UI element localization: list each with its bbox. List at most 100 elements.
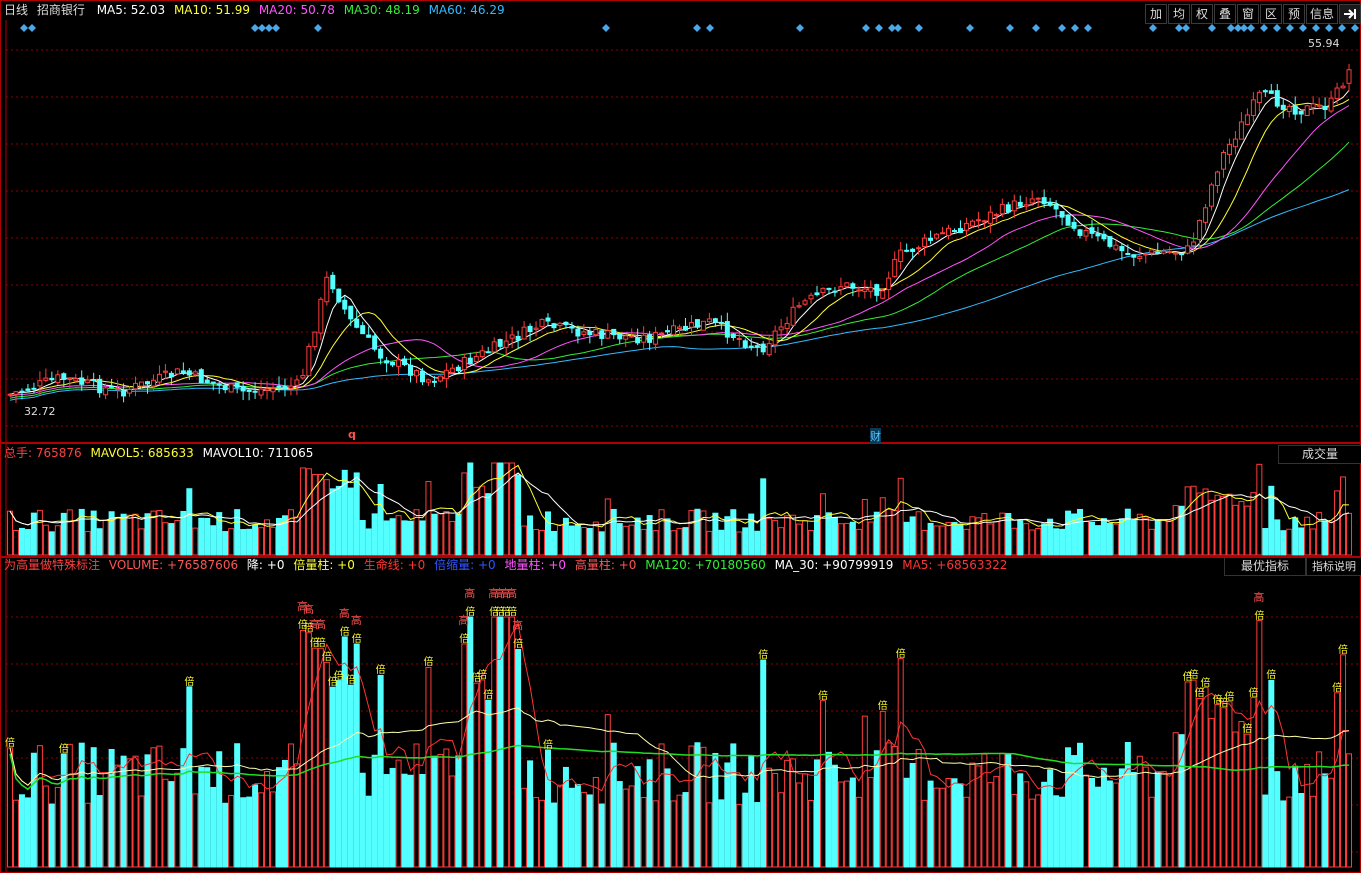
- volume-indicator-chart[interactable]: [0, 557, 1361, 873]
- volume-bar: [323, 479, 330, 556]
- signal-diamond-icon: [1240, 24, 1248, 32]
- candle-body: [402, 358, 408, 366]
- candle-body: [1053, 204, 1059, 210]
- price-chart-pane[interactable]: 日线 招商银行 MA5: 52.03 MA10: 51.99 MA20: 50.…: [0, 0, 1361, 444]
- volume-bar: [156, 510, 163, 556]
- candle-body: [790, 306, 796, 326]
- candle-body: [904, 249, 910, 252]
- volume-bar: [102, 519, 109, 556]
- volume-bar: [42, 524, 49, 556]
- indicator-volume-bar: [885, 742, 892, 868]
- toolbar-rights-button[interactable]: 权: [1191, 4, 1213, 24]
- volume-bar: [473, 486, 480, 556]
- indicator-volume-bar: [766, 767, 773, 868]
- indicator-help-button[interactable]: 指标说明: [1306, 557, 1361, 576]
- volume-bar: [658, 509, 665, 556]
- volume-bar: [258, 527, 265, 556]
- volume-bar: [808, 530, 815, 556]
- event-marker-q[interactable]: q: [348, 428, 356, 441]
- volume-bar: [676, 528, 683, 556]
- candle-body: [629, 335, 635, 338]
- volume-bar: [706, 530, 713, 556]
- indicator-volume-bar: [879, 710, 886, 868]
- volume-indicator-dropdown[interactable]: 成交量: [1278, 445, 1361, 464]
- indicator-volume-bar: [1094, 786, 1101, 868]
- candle-body: [324, 276, 330, 303]
- candle-body: [832, 290, 838, 293]
- volume-bar: [628, 524, 635, 556]
- candle-body: [963, 222, 969, 231]
- indicator-volume-bar: [652, 800, 659, 868]
- volume-bar: [12, 529, 19, 556]
- candle-body: [1149, 249, 1155, 254]
- volume-bar: [365, 528, 372, 556]
- indicator-volume-bar: [837, 781, 844, 868]
- indicator-volume-bar: [808, 799, 815, 868]
- signal-diamond-icon: [1071, 24, 1079, 32]
- candle-body: [121, 390, 127, 397]
- candle-body: [1167, 250, 1173, 253]
- toolbar-overlay-button[interactable]: 叠: [1214, 4, 1236, 24]
- indicator-volume-bar: [957, 783, 964, 868]
- signal-diamond-icon: [1182, 24, 1190, 32]
- volume-bar: [1256, 463, 1263, 556]
- signal-diamond-icon: [258, 24, 266, 32]
- ma20-line: [9, 105, 1350, 397]
- indicator-pane[interactable]: 为高量做特殊标注 VOLUME: +76587606 降: +0 倍量柱: +0…: [0, 557, 1361, 873]
- volume-bar: [1262, 528, 1269, 556]
- candle-body: [551, 323, 557, 329]
- volume-bar: [192, 527, 199, 556]
- exit-icon[interactable]: [1339, 4, 1361, 24]
- candle-body: [306, 345, 312, 377]
- volume-bar: [174, 519, 181, 556]
- ma10-label: MA10: 51.99: [173, 3, 250, 17]
- indicator-volume-bar: [138, 795, 145, 868]
- toolbar-window-button[interactable]: 窗: [1237, 4, 1259, 24]
- ind-volume-label: VOLUME: +76587606: [108, 558, 239, 572]
- toolbar-range-button[interactable]: 区: [1260, 4, 1282, 24]
- signal-diamond-icon: [20, 24, 28, 32]
- candle-body: [419, 370, 425, 383]
- signal-diamond-icon: [1273, 24, 1281, 32]
- best-indicator-button[interactable]: 最优指标: [1224, 557, 1306, 576]
- volume-bar: [993, 521, 1000, 556]
- candle-body: [802, 300, 808, 305]
- volume-bar: [1232, 504, 1239, 556]
- volume-bar: [933, 525, 940, 556]
- indicator-volume-bar: [1029, 798, 1036, 868]
- candlestick-chart[interactable]: [0, 0, 1361, 443]
- volume-bar: [1202, 488, 1209, 556]
- volume-bar: [84, 531, 91, 556]
- candle-body: [844, 282, 850, 288]
- volume-pane[interactable]: 总手: 765876 MAVOL5: 685633 MAVOL10: 71106…: [0, 443, 1361, 557]
- toolbar-add-button[interactable]: 加: [1145, 4, 1167, 24]
- indicator-volume-bar: [676, 794, 683, 868]
- candle-body: [1143, 253, 1149, 256]
- volume-bar: [204, 517, 211, 556]
- event-marker-finance[interactable]: 财: [870, 428, 881, 444]
- indicator-volume-bar: [527, 760, 534, 868]
- indicator-volume-bar: [1214, 704, 1221, 868]
- volume-bar: [1238, 500, 1245, 556]
- ma60-label: MA60: 46.29: [428, 3, 505, 17]
- indicator-volume-bar: [419, 774, 426, 868]
- volume-bar: [736, 531, 743, 556]
- indicator-volume-bar: [48, 803, 55, 868]
- indicator-volume-bar: [550, 802, 557, 868]
- toolbar-average-button[interactable]: 均: [1168, 4, 1190, 24]
- indicator-volume-bar: [168, 781, 175, 868]
- indicator-volume-bar: [371, 754, 378, 868]
- candle-body: [1334, 87, 1340, 100]
- signal-diamond-icon: [1058, 24, 1066, 32]
- ind-drop-label: 降: +0: [246, 558, 285, 572]
- toolbar-info-button[interactable]: 信息: [1306, 4, 1338, 24]
- volume-bar: [1154, 519, 1161, 556]
- candle-body: [694, 319, 700, 328]
- toolbar-forecast-button[interactable]: 预: [1283, 4, 1305, 24]
- volume-bar: [198, 517, 205, 556]
- volume-bar: [491, 462, 498, 556]
- high-volume-tag: 高: [338, 606, 350, 620]
- candle-body: [880, 290, 886, 299]
- high-volume-tag: 高: [506, 587, 518, 600]
- candle-body: [1197, 219, 1203, 240]
